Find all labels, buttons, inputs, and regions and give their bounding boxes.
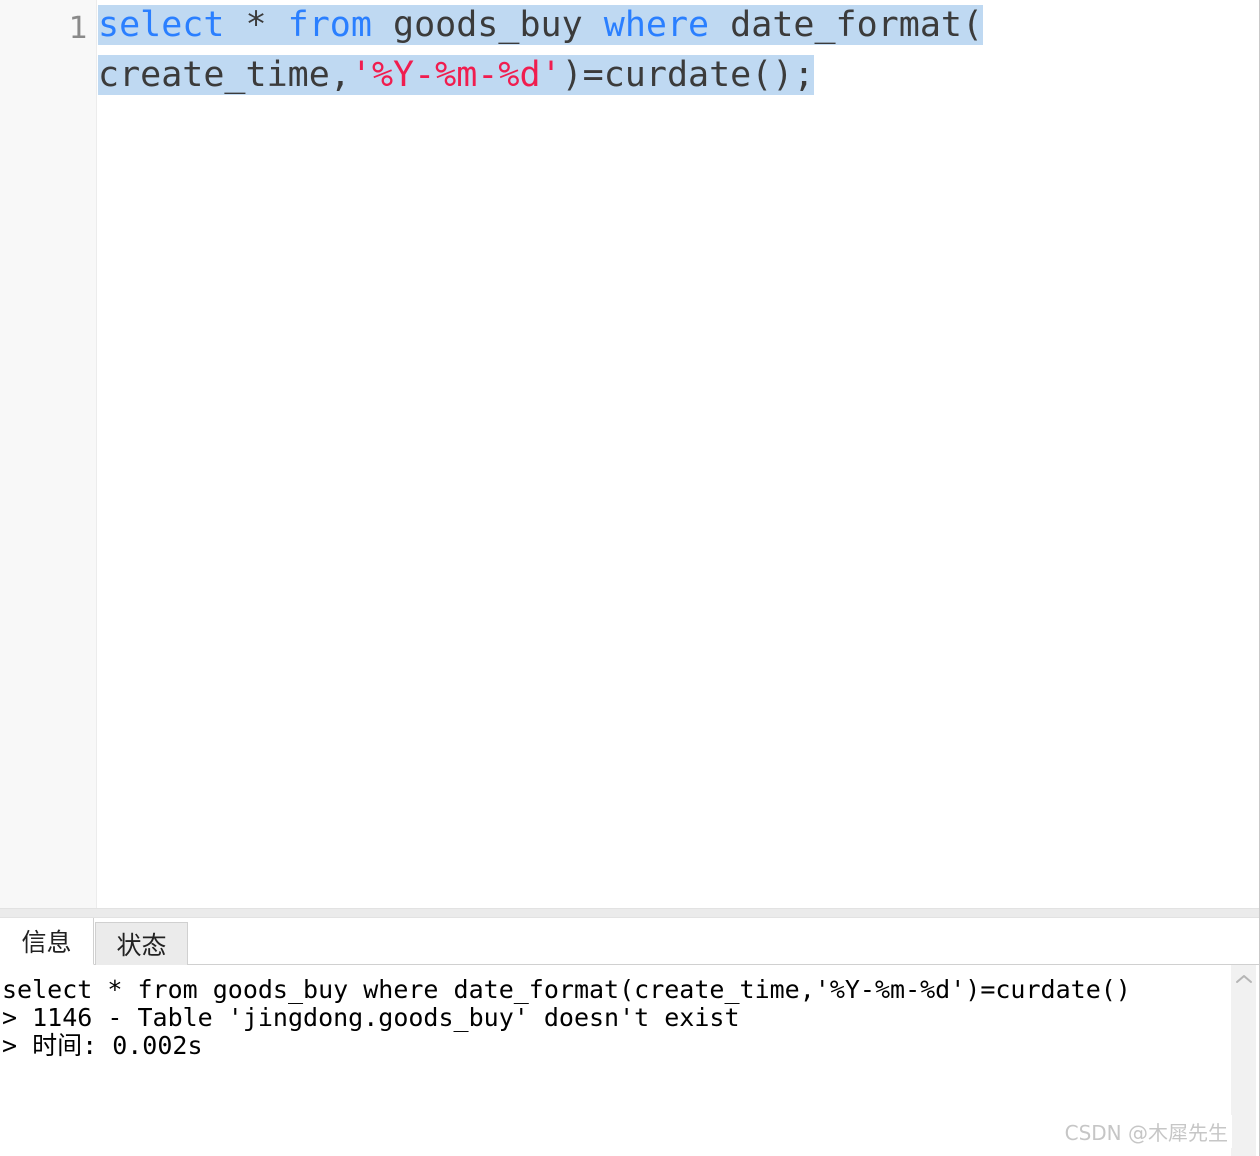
code-line-2-wrapped[interactable]: create_time,'%Y-%m-%d')=curdate();: [98, 50, 1258, 100]
result-tab-strip: 信息 状态: [0, 918, 1260, 965]
token-keyword-select: select: [98, 5, 225, 45]
editor-gutter: 1: [0, 0, 97, 908]
chevron-up-icon[interactable]: [1231, 965, 1257, 993]
tab-status[interactable]: 状态: [95, 922, 188, 965]
token-function-curdate: )=curdate();: [561, 55, 815, 95]
line-number-1: 1: [68, 11, 88, 46]
sql-editor-pane[interactable]: 1 select * from goods_buy where date_for…: [0, 0, 1260, 908]
token-keyword-where: where: [603, 5, 710, 45]
code-line-1[interactable]: select * from goods_buy where date_forma…: [98, 0, 1258, 50]
token-keyword-from: from: [287, 5, 372, 45]
tab-info-label: 信息: [21, 928, 72, 957]
message-line-duration: > 时间: 0.002s: [2, 1031, 203, 1060]
token-table-name: goods_buy: [371, 5, 604, 45]
message-scrollbar[interactable]: [1230, 965, 1256, 1156]
message-line-query: select * from goods_buy where date_forma…: [2, 975, 1131, 1004]
token-star: *: [224, 5, 288, 45]
token-string-date-pattern: '%Y-%m-%d': [350, 55, 562, 95]
sql-code-area[interactable]: select * from goods_buy where date_forma…: [98, 0, 1258, 908]
horizontal-splitter[interactable]: [0, 908, 1260, 918]
token-function-date-format: date_format(: [709, 5, 984, 45]
token-column-create-time: create_time,: [98, 55, 351, 95]
message-line-error: > 1146 - Table 'jingdong.goods_buy' does…: [2, 1003, 740, 1032]
tab-status-label: 状态: [116, 931, 167, 960]
csdn-watermark: CSDN @木犀先生: [1060, 1115, 1232, 1148]
tab-info[interactable]: 信息: [0, 918, 94, 965]
